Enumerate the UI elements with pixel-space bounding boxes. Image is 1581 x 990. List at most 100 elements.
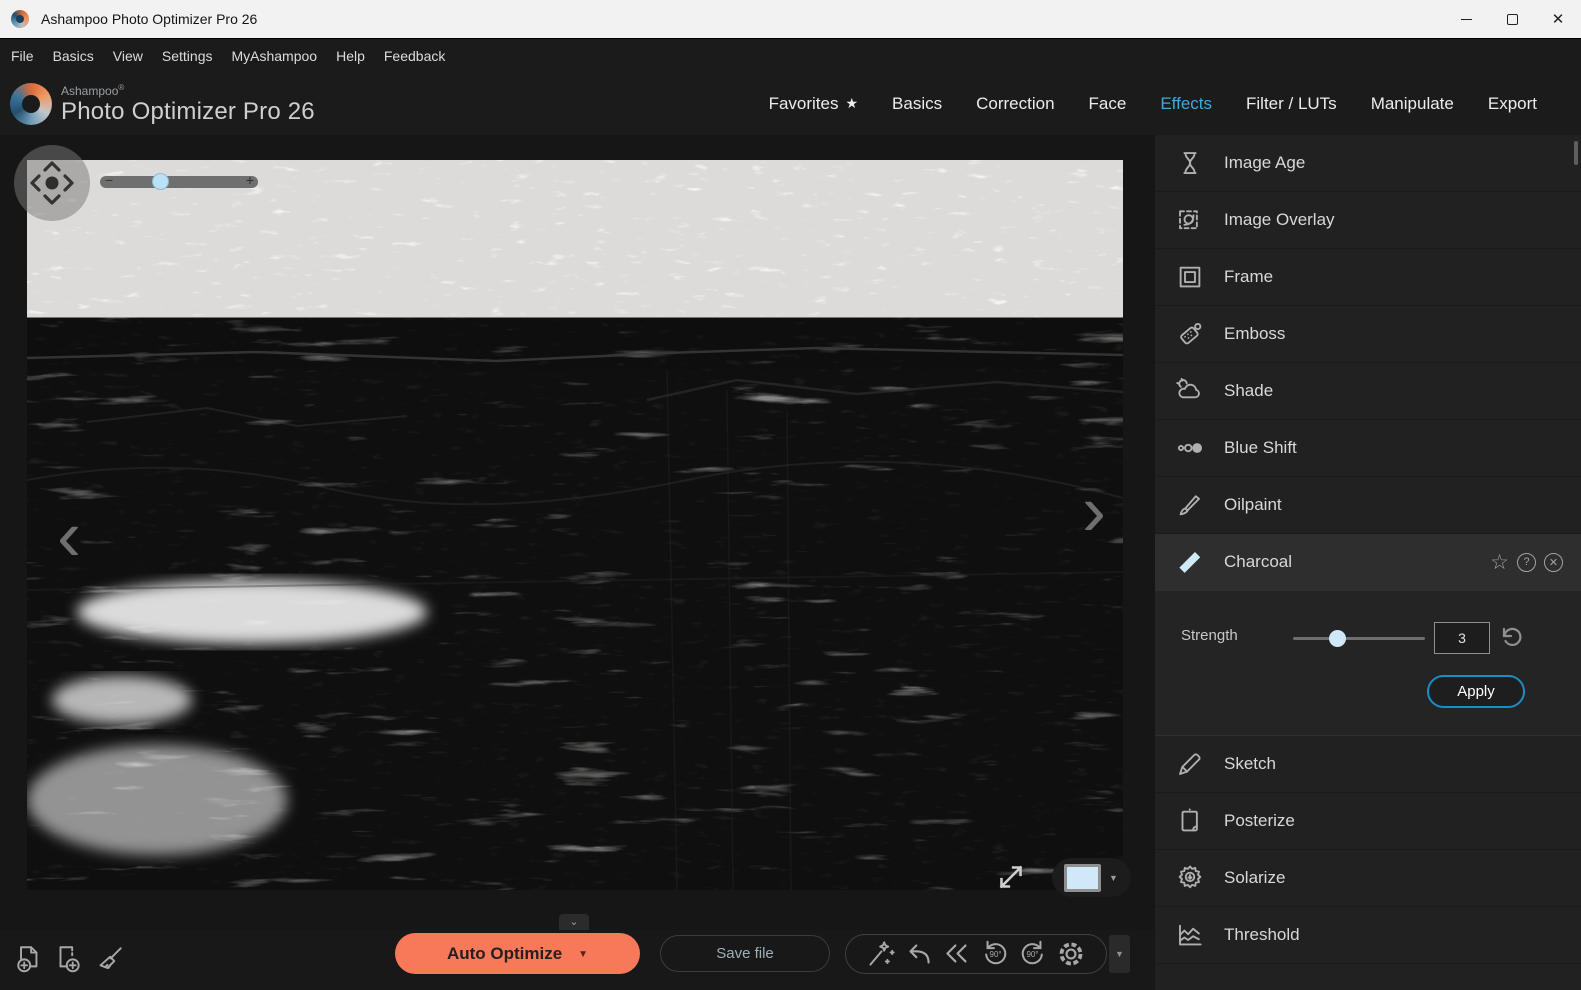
tab-face[interactable]: Face <box>1089 94 1127 114</box>
menu-file[interactable]: File <box>11 48 34 64</box>
preview-mode-icon <box>1064 864 1101 892</box>
menu-feedback[interactable]: Feedback <box>384 48 445 64</box>
effect-item-shade[interactable]: Shade <box>1155 363 1581 420</box>
maximize-icon <box>1507 14 1518 25</box>
tool-group: 90° 90° <box>845 934 1107 974</box>
zoom-in-icon[interactable]: + <box>246 172 254 188</box>
menu-basics[interactable]: Basics <box>53 48 94 64</box>
effect-item-item[interactable] <box>1155 964 1581 990</box>
zoom-slider[interactable]: − + <box>100 176 258 188</box>
svg-text:90°: 90° <box>1026 950 1038 959</box>
posterize-icon <box>1175 806 1205 836</box>
effect-item-charcoal[interactable]: Charcoal ☆ ? ✕ <box>1155 534 1581 591</box>
sidebar-scrollbar[interactable] <box>1574 141 1578 165</box>
menu-help[interactable]: Help <box>336 48 365 64</box>
tab-basics[interactable]: Basics <box>892 94 942 114</box>
close-button[interactable]: ✕ <box>1535 0 1581 38</box>
effect-item-solarize[interactable]: Solarize <box>1155 850 1581 907</box>
tab-effects[interactable]: Effects <box>1160 94 1212 114</box>
effect-label: Shade <box>1224 381 1273 401</box>
undo-all-icon <box>947 946 955 962</box>
pan-center-dot <box>46 177 59 190</box>
undo-button[interactable] <box>902 935 936 973</box>
effect-label: Image Age <box>1224 153 1305 173</box>
add-images-button[interactable] <box>51 941 87 979</box>
effect-item-image-overlay[interactable]: Image Overlay <box>1155 192 1581 249</box>
tab-filter-luts[interactable]: Filter / LUTs <box>1246 94 1337 114</box>
oilpaint-icon <box>1175 490 1205 520</box>
rotate-left-button[interactable]: 90° <box>978 935 1012 973</box>
tab-favorites[interactable]: Favorites★ <box>769 94 858 114</box>
photo-preview[interactable]: ‹ <box>27 160 1123 890</box>
add-image-button[interactable] <box>11 941 47 979</box>
caret-down-icon[interactable]: ▼ <box>578 949 588 960</box>
rotate-right-button[interactable]: 90° <box>1016 935 1050 973</box>
zoom-out-icon[interactable]: − <box>105 172 113 188</box>
strength-panel: Strength 3 Apply <box>1155 591 1581 736</box>
image-overlay-icon <box>1175 205 1205 235</box>
bottom-toolbar: Auto Optimize ▼ Save file <box>0 930 1155 990</box>
brand-name: Ashampoo® <box>61 84 315 97</box>
canvas-area: ‹ › − + <box>0 135 1155 930</box>
strength-label: Strength <box>1181 627 1238 644</box>
effect-item-blue-shift[interactable]: Blue Shift <box>1155 420 1581 477</box>
threshold-icon <box>1175 920 1205 950</box>
favorites-star-icon: ★ <box>845 95 858 112</box>
preview-mode-button[interactable]: ▼ <box>1052 858 1131 897</box>
undo-all-button[interactable] <box>940 935 974 973</box>
charcoal-icon <box>1175 547 1205 577</box>
tool-group-dropdown[interactable]: ▼ <box>1109 935 1130 973</box>
auto-optimize-button[interactable]: Auto Optimize ▼ <box>395 933 640 974</box>
maximize-button[interactable] <box>1489 0 1535 38</box>
header: Ashampoo® Photo Optimizer Pro 26 Favorit… <box>0 72 1581 135</box>
caret-down-icon[interactable]: ▼ <box>1109 873 1118 883</box>
settings-button[interactable] <box>1054 935 1088 973</box>
shade-icon <box>1175 376 1205 406</box>
svg-text:90°: 90° <box>990 950 1002 959</box>
menu-view[interactable]: View <box>113 48 143 64</box>
help-icon[interactable]: ? <box>1517 553 1536 572</box>
effect-item-emboss[interactable]: Emboss <box>1155 306 1581 363</box>
menu-settings[interactable]: Settings <box>162 48 213 64</box>
strength-slider-handle[interactable] <box>1329 630 1346 647</box>
product-name: Photo Optimizer Pro 26 <box>61 100 315 124</box>
pan-control[interactable] <box>14 145 90 221</box>
effect-item-frame[interactable]: Frame <box>1155 249 1581 306</box>
collapse-toolbar-tab[interactable]: ⌄ <box>559 914 589 930</box>
app-logo-icon <box>11 10 29 28</box>
magic-wand-button[interactable] <box>864 935 898 973</box>
menubar: File Basics View Settings MyAshampoo Help Feed… <box>0 38 1581 72</box>
deactivate-icon[interactable]: ✕ <box>1544 553 1563 572</box>
effect-item-threshold[interactable]: Threshold <box>1155 907 1581 964</box>
reset-button[interactable] <box>1498 624 1524 652</box>
app-window: Ashampoo Photo Optimizer Pro 26 ✕ FileBa… <box>0 0 1581 990</box>
next-image-chevron[interactable]: › <box>1082 475 1106 547</box>
tab-manipulate[interactable]: Manipulate <box>1371 94 1454 114</box>
strength-value-input[interactable]: 3 <box>1434 622 1490 654</box>
tab-correction[interactable]: Correction <box>976 94 1054 114</box>
effect-item-image-age[interactable]: Image Age <box>1155 135 1581 192</box>
clear-list-icon <box>111 948 121 958</box>
minimize-icon <box>1461 19 1472 20</box>
window-controls: ✕ <box>1443 0 1581 38</box>
effect-item-sketch[interactable]: Sketch <box>1155 736 1581 793</box>
menu-myashampoo[interactable]: MyAshampoo <box>231 48 317 64</box>
effect-item-oilpaint[interactable]: Oilpaint <box>1155 477 1581 534</box>
solarize-icon <box>1175 863 1205 893</box>
apply-button[interactable]: Apply <box>1427 675 1525 708</box>
prev-image-chevron[interactable]: ‹ <box>57 500 81 572</box>
clear-list-button[interactable] <box>91 941 127 979</box>
fullscreen-expand-button[interactable] <box>993 859 1029 895</box>
zoom-slider-handle[interactable] <box>152 173 169 190</box>
strength-slider[interactable] <box>1293 637 1425 640</box>
minimize-button[interactable] <box>1443 0 1489 38</box>
effect-label: Solarize <box>1224 868 1285 888</box>
save-file-button[interactable]: Save file <box>660 935 830 972</box>
effect-label: Sketch <box>1224 754 1276 774</box>
effect-label: Blue Shift <box>1224 438 1297 458</box>
effect-item-posterize[interactable]: Posterize <box>1155 793 1581 850</box>
favorite-star-icon[interactable]: ☆ <box>1490 552 1509 573</box>
effect-label: Oilpaint <box>1224 495 1282 515</box>
tab-export[interactable]: Export <box>1488 94 1537 114</box>
charcoal-effect-image <box>27 160 1123 890</box>
